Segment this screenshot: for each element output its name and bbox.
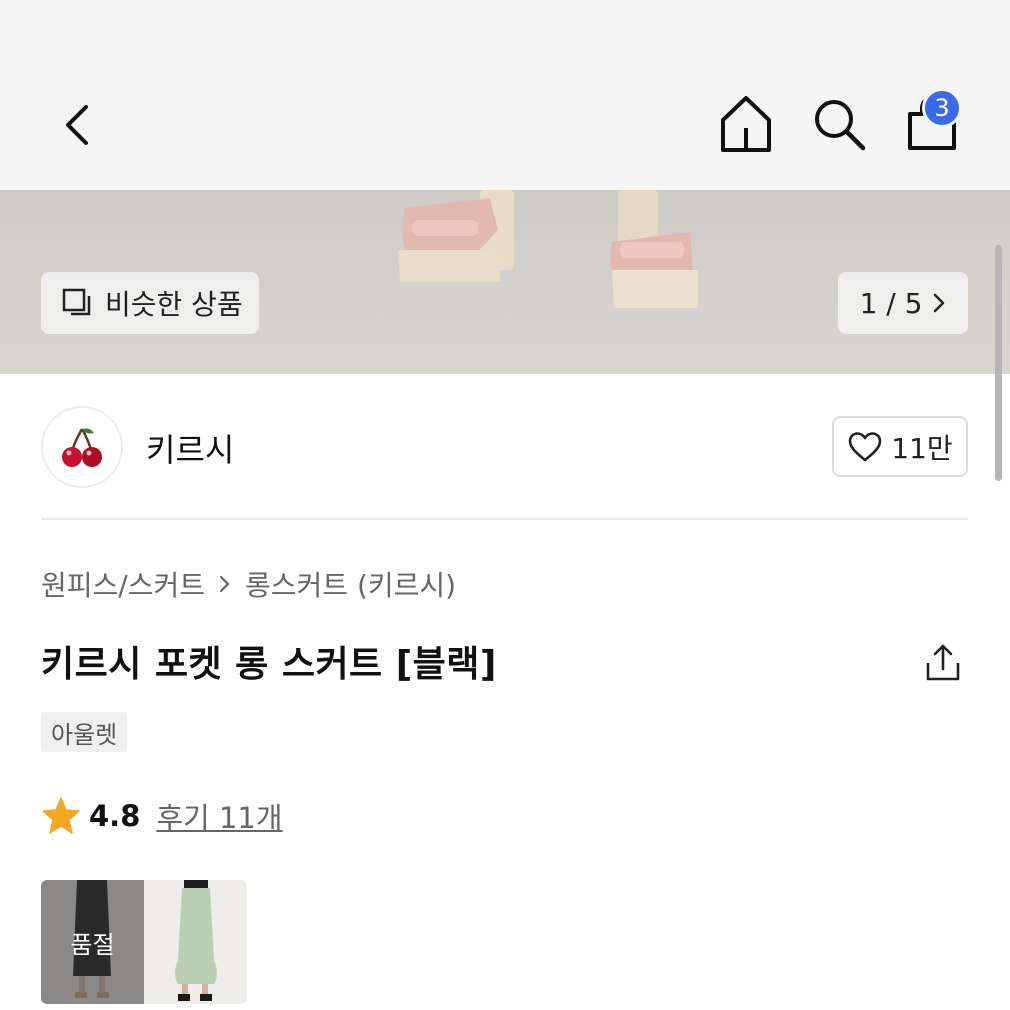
home-icon bbox=[721, 96, 771, 152]
chevron-left-icon bbox=[66, 105, 88, 145]
chevron-right-icon bbox=[219, 575, 230, 593]
shop-like-count: 11만 bbox=[891, 431, 953, 465]
variant-thumbnail-black[interactable]: 품절 bbox=[41, 880, 144, 1004]
back-button[interactable] bbox=[48, 95, 104, 155]
chevron-right-icon bbox=[934, 293, 945, 313]
variant-thumbnail-mint[interactable] bbox=[144, 880, 247, 1004]
sold-out-overlay: 품절 bbox=[41, 880, 144, 1004]
outlet-tag: 아울렛 bbox=[41, 712, 128, 752]
sold-out-label: 품절 bbox=[70, 930, 115, 959]
breadcrumb: 원피스/스커트 롱스커트 (키르시) bbox=[41, 564, 456, 604]
divider bbox=[41, 518, 968, 520]
search-button[interactable] bbox=[809, 92, 869, 156]
breadcrumb-subcategory[interactable]: 롱스커트 (키르시) bbox=[245, 564, 456, 604]
top-navigation-bar: 3 bbox=[0, 0, 1010, 190]
heart-icon bbox=[848, 431, 882, 461]
cherry-icon bbox=[62, 428, 102, 467]
home-button[interactable] bbox=[716, 92, 776, 156]
similar-products-button[interactable]: 비슷한 상품 bbox=[41, 272, 259, 334]
breadcrumb-category[interactable]: 원피스/스커트 bbox=[41, 564, 205, 604]
review-count-link[interactable]: 후기 11개 bbox=[156, 795, 282, 837]
cart-count-badge: 3 bbox=[922, 88, 962, 128]
product-title: 키르시 포켓 롱 스커트 [블랙] bbox=[41, 644, 497, 685]
similar-products-label: 비슷한 상품 bbox=[105, 288, 243, 321]
copy-squares-icon bbox=[62, 288, 91, 316]
search-icon bbox=[815, 100, 866, 151]
shop-name[interactable]: 키르시 bbox=[146, 425, 234, 471]
rating-row: 4.8 후기 11개 bbox=[41, 795, 283, 837]
shop-like-button[interactable]: 11만 bbox=[832, 416, 968, 477]
mint-skirt-photo bbox=[175, 880, 217, 1001]
share-icon bbox=[926, 644, 960, 681]
shop-avatar[interactable] bbox=[41, 406, 123, 488]
rating-value: 4.8 bbox=[89, 799, 141, 833]
image-pager-label: 1 / 5 bbox=[859, 286, 923, 320]
cart-button[interactable]: 3 bbox=[902, 88, 962, 156]
share-button[interactable] bbox=[920, 640, 966, 686]
color-variant-list: 품절 bbox=[41, 880, 247, 1004]
image-pager-button[interactable]: 1 / 5 bbox=[838, 272, 968, 334]
product-image-carousel[interactable]: 비슷한 상품 1 / 5 bbox=[0, 190, 1010, 374]
product-page: 3 비슷한 상품 1 / 5 키르시 11만 원피스/스커트 롱스커트 (키르시… bbox=[0, 0, 1010, 1010]
star-icon bbox=[42, 797, 80, 834]
scrollbar[interactable] bbox=[995, 245, 1002, 481]
